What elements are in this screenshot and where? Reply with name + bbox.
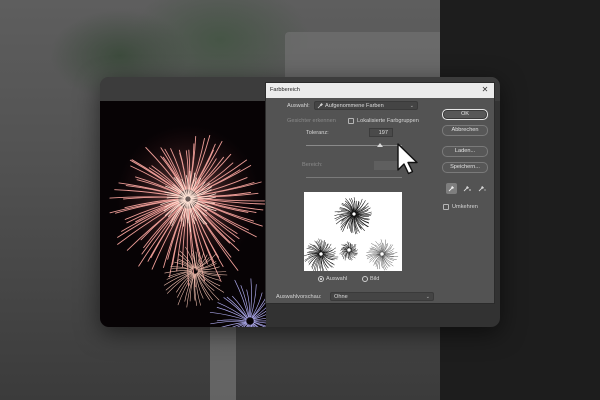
eyedropper-icon xyxy=(448,186,454,192)
load-button[interactable]: Laden... xyxy=(442,146,488,157)
eyedropper-minus-icon xyxy=(478,186,486,192)
ok-button[interactable]: OK xyxy=(442,109,488,120)
selection-preview-image[interactable] xyxy=(304,192,402,271)
localized-clusters-checkbox[interactable] xyxy=(348,118,354,124)
detect-faces-label: Gesichter erkennen xyxy=(287,118,336,124)
close-icon[interactable]: ✕ xyxy=(479,84,491,96)
chevron-down-icon: ⌄ xyxy=(409,103,414,109)
radio-image-label: Bild xyxy=(370,276,380,282)
selection-dropdown[interactable]: Aufgenommene Farben ⌄ xyxy=(314,101,418,110)
color-range-dialog: Farbbereich ✕ Auswahl: Aufgenommene Farb… xyxy=(265,82,495,304)
eyedropper-icon xyxy=(317,103,323,109)
radio-image[interactable] xyxy=(362,276,368,282)
fireworks-image xyxy=(109,125,266,327)
selection-value: Aufgenommene Farben xyxy=(325,103,384,109)
dialog-titlebar[interactable]: Farbbereich ✕ xyxy=(266,83,494,98)
selection-preview-dropdown[interactable]: Ohne ⌄ xyxy=(330,292,434,301)
mouse-cursor-icon xyxy=(397,143,418,175)
radio-selection-label: Auswahl xyxy=(326,276,348,282)
selection-label: Auswahl: xyxy=(287,103,310,109)
radio-selection[interactable] xyxy=(318,276,324,282)
selection-preview-value: Ohne xyxy=(334,294,348,300)
eyedropper-plus-button[interactable] xyxy=(461,183,472,194)
tolerance-value: 197 xyxy=(378,130,388,136)
invert-label: Umkehren xyxy=(452,204,478,210)
chevron-down-icon: ⌄ xyxy=(425,294,430,300)
eyedropper-plus-icon xyxy=(463,186,471,192)
range-label: Bereich: xyxy=(302,162,323,168)
fireworks-photo-canvas[interactable] xyxy=(100,101,266,327)
eyedropper-minus-button[interactable] xyxy=(476,183,487,194)
eyedropper-button[interactable] xyxy=(446,183,457,194)
tolerance-slider-track[interactable] xyxy=(306,145,402,146)
dialog-title: Farbbereich xyxy=(270,87,300,93)
selection-mask-preview xyxy=(304,197,399,271)
range-input[interactable] xyxy=(374,161,398,170)
tolerance-input[interactable]: 197 xyxy=(369,128,393,137)
cancel-button[interactable]: Abbrechen xyxy=(442,125,488,136)
selection-preview-label: Auswahlvorschau: xyxy=(276,294,322,300)
invert-checkbox[interactable] xyxy=(443,204,449,210)
localized-clusters-label: Lokalisierte Farbgruppen xyxy=(357,118,419,124)
save-button[interactable]: Speichern... xyxy=(442,162,488,173)
range-slider-track xyxy=(306,177,402,178)
tolerance-label: Toleranz: xyxy=(306,130,329,136)
tolerance-slider-thumb[interactable] xyxy=(376,143,383,147)
